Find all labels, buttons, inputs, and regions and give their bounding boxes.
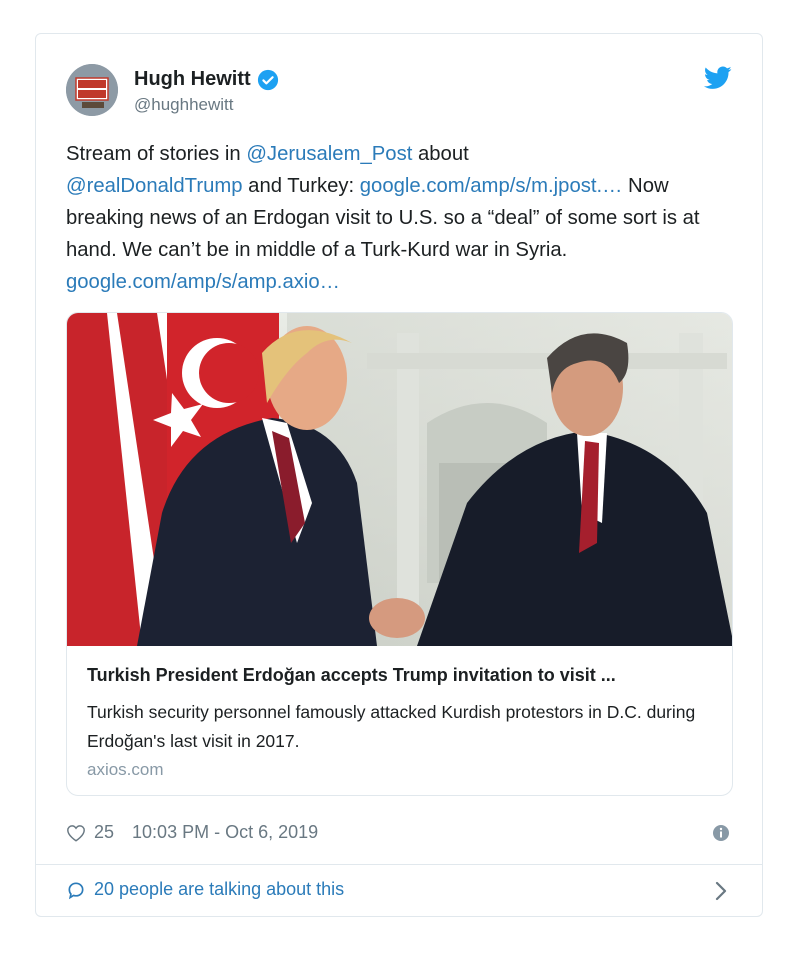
- heart-icon[interactable]: [66, 824, 86, 842]
- tweet-meta: 25 10:03 PM - Oct 6, 2019: [66, 822, 318, 843]
- tweet-text-part: Stream of stories in: [66, 143, 247, 165]
- author-avatar[interactable]: [66, 64, 118, 116]
- author-handle[interactable]: @hughhewitt: [134, 95, 234, 115]
- like-count[interactable]: 25: [94, 822, 114, 843]
- embedded-tweet: Hugh Hewitt @hughhewitt Stream of storie…: [35, 33, 763, 917]
- card-photo: [67, 313, 732, 646]
- talking-link[interactable]: 20 people are talking about this: [66, 879, 344, 900]
- link-axios-url[interactable]: google.com/amp/s/amp.axio…: [66, 271, 340, 293]
- card-title[interactable]: Turkish President Erdoğan accepts Trump …: [87, 665, 717, 686]
- comment-bubble-icon: [68, 881, 84, 899]
- link-card[interactable]: Turkish President Erdoğan accepts Trump …: [66, 312, 733, 796]
- card-domain: axios.com: [87, 760, 164, 779]
- tweet-text: Stream of stories in @Jerusalem_Post abo…: [66, 138, 741, 298]
- twitter-bird-icon[interactable]: [704, 66, 732, 90]
- card-description: Turkish security personnel famously atta…: [87, 702, 696, 751]
- tweet-text-part: and Turkey:: [242, 175, 360, 197]
- chevron-right-icon[interactable]: [714, 880, 728, 902]
- divider: [36, 864, 762, 865]
- tweet-timestamp[interactable]: 10:03 PM - Oct 6, 2019: [132, 822, 318, 843]
- talking-label[interactable]: 20 people are talking about this: [94, 879, 344, 900]
- author-name-row: Hugh Hewitt: [134, 68, 279, 91]
- link-jpost-url[interactable]: google.com/amp/s/m.jpost.…: [360, 175, 623, 197]
- verified-badge-icon: [257, 69, 278, 90]
- tweet-text-part: about: [412, 143, 469, 165]
- author-name[interactable]: Hugh Hewitt: [134, 68, 251, 91]
- mention-jerusalem-post[interactable]: @Jerusalem_Post: [246, 143, 412, 165]
- mention-real-donald-trump[interactable]: @realDonaldTrump: [66, 175, 243, 197]
- info-icon[interactable]: [712, 824, 730, 842]
